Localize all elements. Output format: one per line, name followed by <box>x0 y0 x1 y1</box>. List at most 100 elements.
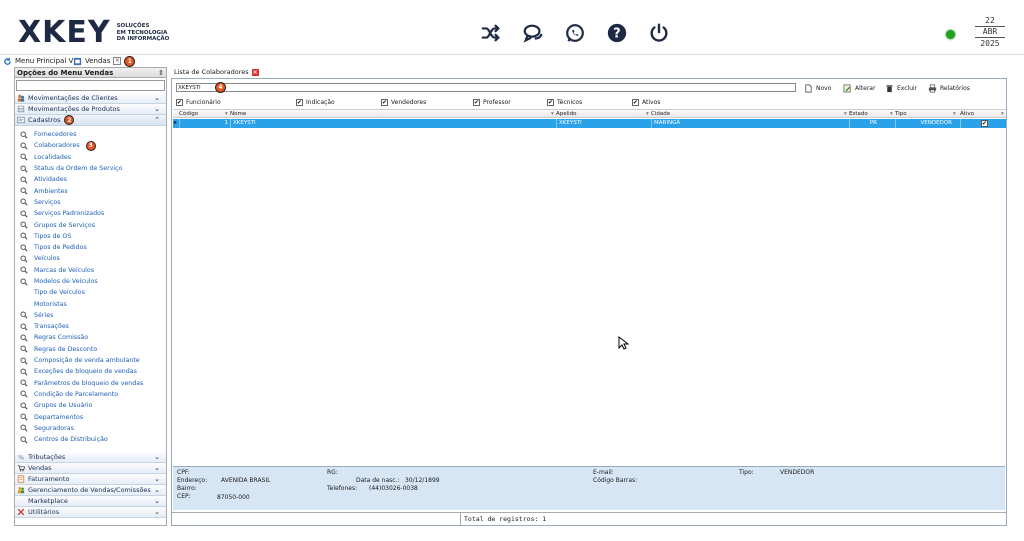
sidebar-item[interactable]: Departamentos <box>15 411 166 422</box>
sidebar-item[interactable]: Grupos de Serviços <box>15 219 166 230</box>
whatsapp-icon[interactable] <box>564 22 586 44</box>
close-tab-icon[interactable]: × <box>113 57 122 65</box>
sidebar-item[interactable]: Transações <box>15 321 166 332</box>
cep-label: CEP: <box>177 493 191 500</box>
sidebar-category-movimentacoes-clientes[interactable]: Movimentações de Clientes ⌄ <box>15 93 166 104</box>
sidebar-category[interactable]: Faturamento ⌄ <box>15 474 166 485</box>
sidebar-search-input[interactable] <box>16 80 165 91</box>
sidebar-item[interactable]: Motoristas <box>15 298 166 309</box>
column-filter-icon[interactable]: ▾ <box>551 111 554 118</box>
sidebar-category-movimentacoes-produtos[interactable]: Movimentações de Produtos ⌄ <box>15 104 166 115</box>
sidebar-item[interactable]: Tipos de Pedidos <box>15 242 166 253</box>
alterar-button[interactable]: Alterar <box>843 83 875 93</box>
active-checkbox[interactable]: ✔ <box>981 120 988 127</box>
relatorios-button[interactable]: Relatórios <box>928 83 970 93</box>
sidebar-item[interactable]: Ambientes <box>15 185 166 196</box>
sidebar-item[interactable]: Status da Ordem de Serviço <box>15 163 166 174</box>
column-header[interactable]: Cidade <box>651 111 670 118</box>
sidebar-item[interactable]: Colaboradores 3 <box>15 140 166 151</box>
sidebar-item[interactable]: Veículos <box>15 253 166 264</box>
filter-checkbox[interactable]: ✔ Técnicos <box>547 99 582 106</box>
column-header[interactable]: Ativo <box>960 111 974 118</box>
sidebar-item[interactable]: Séries <box>15 310 166 321</box>
column-filter-icon[interactable]: ▾ <box>1001 111 1004 118</box>
sidebar-item[interactable]: Grupos de Usuário <box>15 400 166 411</box>
checkbox-checked-icon[interactable]: ✔ <box>547 99 554 106</box>
checkbox-checked-icon[interactable]: ✔ <box>632 99 639 106</box>
sidebar-item[interactable]: Condição de Parcelamento <box>15 389 166 400</box>
close-icon[interactable]: × <box>251 68 259 76</box>
search-input[interactable]: XKEYSTI <box>176 83 796 92</box>
sidebar-item[interactable]: Tipo de Veículos <box>15 287 166 298</box>
pin-icon[interactable]: ⇕ <box>158 69 164 77</box>
sidebar-item[interactable]: Fornecedores <box>15 129 166 140</box>
tab-lista-colaboradores[interactable]: Lista de Colaboradores × <box>174 67 259 77</box>
sidebar-item-label: Veículos <box>34 255 60 263</box>
sidebar-item[interactable]: Centros de Distribuição <box>15 434 166 445</box>
filter-checkbox[interactable]: ✔ Funcionário <box>176 99 221 106</box>
filter-checkbox[interactable]: ✔ Vendedores <box>381 99 426 106</box>
column-label: Código <box>179 111 199 117</box>
sidebar-item[interactable]: Atividades <box>15 174 166 185</box>
column-header[interactable]: Estado <box>849 111 868 118</box>
filter-label: Professor <box>483 99 511 106</box>
sidebar-item[interactable]: Modelos de Veículos <box>15 276 166 287</box>
sidebar-item[interactable]: Serviços <box>15 197 166 208</box>
filter-checkbox[interactable]: ✔ Ativos <box>632 99 660 106</box>
sidebar-item[interactable]: Seguradoras <box>15 423 166 434</box>
sidebar-item[interactable]: Regras Comissão <box>15 332 166 343</box>
sidebar-category[interactable]: Utilitários ⌄ <box>15 507 166 518</box>
percent-icon: % <box>18 453 24 461</box>
sidebar-item-label: Modelos de Veículos <box>34 278 98 285</box>
column-header[interactable]: Apelido <box>556 111 577 118</box>
sidebar: Opções do Menu Vendas ⇕ Movimentações de… <box>14 67 167 526</box>
sidebar-item[interactable]: Exceções de bloqueio de vendas <box>15 366 166 377</box>
telefones-label: Telefones: <box>327 485 358 492</box>
column-filter-icon[interactable]: ▾ <box>844 111 847 118</box>
cell-nome: XKEYSTI <box>230 119 556 128</box>
table-row[interactable]: ▸ 1 XKEYSTI XKEYSTI MARINGÁ PR VENDEDOR ✔ <box>173 119 1006 128</box>
checkbox-checked-icon[interactable]: ✔ <box>473 99 480 106</box>
filter-checkbox[interactable]: ✔ Professor <box>473 99 511 106</box>
sidebar-category[interactable]: Marketplace ⌄ <box>15 496 166 507</box>
sidebar-category-cadastros[interactable]: Cadastros 2 ⌃ <box>15 115 166 126</box>
filter-checkbox[interactable]: ✔ Indicação <box>296 99 335 106</box>
sidebar-category[interactable]: Vendas ⌄ <box>15 463 166 474</box>
column-header[interactable]: Nome <box>230 111 246 118</box>
sidebar-item[interactable]: Tipos de OS <box>15 231 166 242</box>
column-header[interactable]: Tipo <box>895 111 907 118</box>
cadastros-icon <box>17 116 25 124</box>
checkbox-checked-icon[interactable]: ✔ <box>176 99 183 106</box>
column-filter-icon[interactable]: ▾ <box>646 111 649 118</box>
column-filter-icon[interactable]: ▾ <box>953 111 956 118</box>
help-icon[interactable]: ? <box>606 22 628 44</box>
sidebar-item[interactable]: Localidades <box>15 152 166 163</box>
column-filter-icon[interactable]: ▾ <box>890 111 893 118</box>
sidebar-item[interactable]: Marcas de Veículos <box>15 265 166 276</box>
checkbox-checked-icon[interactable]: ✔ <box>381 99 388 106</box>
sidebar-item[interactable]: Composição de venda ambulante <box>15 355 166 366</box>
checkbox-checked-icon[interactable]: ✔ <box>296 99 303 106</box>
sidebar-category[interactable]: % Tributações ⌄ <box>15 452 166 463</box>
power-icon[interactable] <box>648 22 670 44</box>
sidebar-item[interactable]: Regras de Desconto <box>15 344 166 355</box>
logo-text: XKEY <box>18 15 111 50</box>
tab-vendas[interactable]: Vendas × 1 <box>73 55 136 67</box>
bairro-label: Bairro: <box>177 485 197 492</box>
column-filter-icon[interactable]: ▾ <box>225 111 228 118</box>
sidebar-item-label: Centros de Distribuição <box>34 436 108 444</box>
excluir-button[interactable]: Excluir <box>885 83 917 93</box>
novo-button[interactable]: Novo <box>804 83 831 93</box>
tab-menu-principal[interactable]: Menu Principal V3 <box>3 55 78 67</box>
sidebar-bottom-categories: % Tributações ⌄ Vendas ⌄ Faturamento ⌄ Gerencia… <box>15 452 166 518</box>
sidebar-category[interactable]: Gerenciamento de Vendas/Comissões ⌄ <box>15 485 166 496</box>
chat-icon[interactable] <box>522 22 544 44</box>
sidebar-item[interactable]: Parâmetros de bloqueio de vendas <box>15 378 166 389</box>
sidebar-item[interactable]: Serviços Padronizados <box>15 208 166 219</box>
search-icon <box>20 436 28 444</box>
sidebar-item-label: Grupos de Usuário <box>34 402 93 410</box>
date-day: 22 <box>975 16 1005 27</box>
shuffle-icon[interactable] <box>480 22 502 44</box>
cpf-label: CPF: <box>177 469 190 476</box>
column-header[interactable]: Código <box>179 111 198 118</box>
